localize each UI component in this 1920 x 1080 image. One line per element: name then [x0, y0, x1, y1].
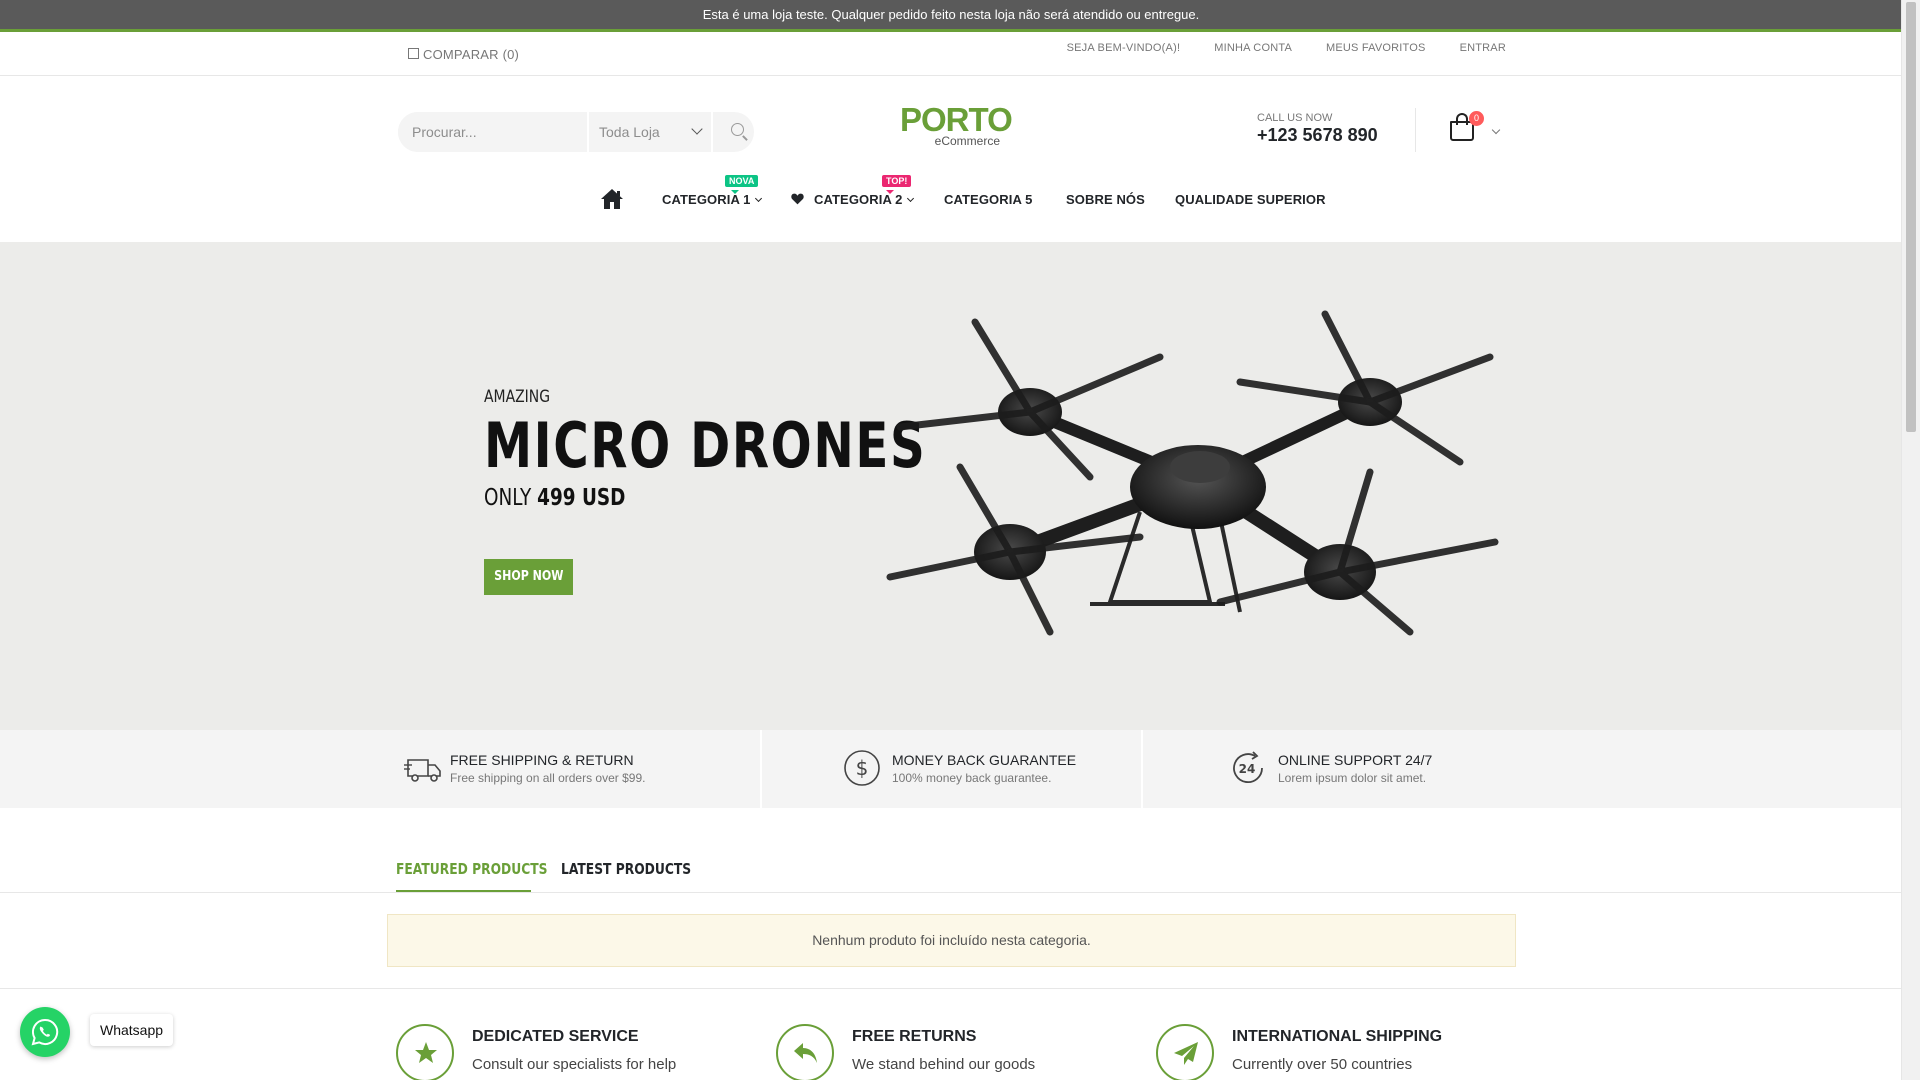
search-input[interactable] — [398, 112, 587, 152]
page: Esta é uma loja teste. Qualquer pedido f… — [0, 0, 1902, 1080]
badge-pointer — [731, 190, 739, 194]
info-title: FREE SHIPPING & RETURN — [450, 752, 634, 768]
search-icon — [731, 123, 744, 136]
site-logo[interactable]: PORTO eCommerce — [900, 101, 1013, 149]
whatsapp-label[interactable]: Whatsapp — [90, 1014, 174, 1046]
drone-image — [886, 310, 1499, 636]
info-divider — [760, 730, 762, 808]
active-tab-underline — [396, 890, 531, 892]
shop-now-label: SHOP NOW — [493, 569, 564, 584]
main-nav: CATEGORIA 1 NOVA CATEGORIA 2 TOP! CATEGO… — [0, 175, 1902, 222]
search-button[interactable] — [713, 112, 754, 152]
phone-number[interactable]: +123 5678 890 — [1257, 125, 1378, 146]
chevron-down-icon — [691, 123, 703, 135]
nav-item-categoria-1[interactable]: CATEGORIA 1 — [662, 192, 762, 207]
info-title: ONLINE SUPPORT 24/7 — [1278, 752, 1433, 768]
info-title: MONEY BACK GUARANTEE — [892, 752, 1077, 768]
section-divider — [0, 988, 1902, 989]
cart-button[interactable]: 0 — [1450, 111, 1484, 143]
hero-price: ONLY 499 USD — [484, 485, 938, 511]
cart-dropdown-chevron-icon[interactable] — [1491, 125, 1501, 135]
service-icon-circle — [396, 1024, 454, 1080]
service-icon-circle — [776, 1024, 834, 1080]
service-subtitle: Consult our specialists for help — [472, 1056, 677, 1073]
compare-icon — [408, 48, 419, 59]
chevron-down-icon — [906, 194, 914, 203]
welcome-text: SEJA BEM-VINDO(A)! — [1066, 42, 1181, 54]
compare-label: COMPARAR (0) — [423, 47, 520, 62]
product-tabs: FEATURED PRODUCTS LATEST PRODUCTS — [0, 858, 1902, 893]
service-title: FREE RETURNS — [852, 1028, 977, 1045]
reply-icon — [794, 1043, 817, 1063]
hero-price-value: 499 USD — [537, 485, 626, 511]
nav-item-categoria-2[interactable]: CATEGORIA 2 — [814, 192, 914, 207]
info-subtitle: 100% money back guarantee. — [892, 771, 1052, 785]
shop-now-button[interactable]: SHOP NOW — [484, 559, 573, 595]
login-link[interactable]: ENTRAR — [1460, 42, 1506, 54]
svg-text:$: $ — [856, 756, 869, 780]
hero-price-prefix: ONLY — [484, 485, 532, 511]
nav-badge-new: NOVA — [725, 175, 759, 187]
page-scrollbar[interactable] — [1901, 0, 1920, 1080]
support-24-icon: 24 — [1233, 751, 1263, 784]
my-wishlist-link[interactable]: MEUS FAVORITOS — [1326, 42, 1426, 54]
truck-icon — [404, 759, 441, 782]
info-subtitle: Free shipping on all orders over $99. — [450, 771, 646, 785]
search-category-select[interactable]: Toda Loja — [587, 112, 713, 152]
call-label: CALL US NOW — [1257, 112, 1333, 124]
empty-category-notice: Nenhum produto foi incluído nesta catego… — [387, 914, 1516, 967]
scrollbar-thumb[interactable] — [1906, 2, 1916, 432]
nav-item-categoria-5[interactable]: CATEGORIA 5 — [944, 192, 1033, 207]
tab-latest-products[interactable]: LATEST PRODUCTS — [561, 860, 691, 878]
nav-item-label: CATEGORIA 1 — [662, 192, 751, 207]
hero-banner: AMAZING MICRO DRONES ONLY 499 USD SHOP N… — [0, 242, 1902, 730]
service-subtitle: Currently over 50 countries — [1232, 1056, 1413, 1073]
chevron-down-icon — [754, 194, 762, 203]
paper-plane-icon — [1174, 1042, 1198, 1065]
service-subtitle: We stand behind our goods — [852, 1056, 1036, 1073]
dollar-icon: $ — [844, 750, 880, 786]
service-icon-circle — [1156, 1024, 1214, 1080]
top-links: SEJA BEM-VINDO(A)! MINHA CONTA MEUS FAVO… — [1033, 42, 1506, 54]
home-icon[interactable] — [600, 188, 624, 210]
logo-wordmark: PORTO — [900, 101, 1013, 138]
top-bar: COMPARAR (0) SEJA BEM-VINDO(A)! MINHA CO… — [0, 32, 1902, 76]
contact-block: CALL US NOW +123 5678 890 — [1257, 112, 1378, 146]
nav-item-sobre-nos[interactable]: SOBRE NÓS — [1066, 192, 1145, 207]
hero-title: MICRO DRONES — [484, 409, 927, 482]
star-icon — [415, 1042, 437, 1063]
service-title: DEDICATED SERVICE — [472, 1028, 639, 1045]
cart-count-badge: 0 — [1469, 111, 1484, 126]
badge-pointer — [886, 190, 894, 194]
service-title: INTERNATIONAL SHIPPING — [1232, 1028, 1443, 1045]
info-subtitle: Lorem ipsum dolor sit amet. — [1278, 771, 1427, 785]
my-account-link[interactable]: MINHA CONTA — [1214, 42, 1292, 54]
info-strip: FREE SHIPPING & RETURN Free shipping on … — [0, 730, 1902, 808]
demo-store-notice: Esta é uma loja teste. Qualquer pedido f… — [0, 0, 1902, 32]
svg-text:24: 24 — [1239, 762, 1256, 776]
whatsapp-button[interactable] — [20, 1007, 70, 1057]
tab-featured-products[interactable]: FEATURED PRODUCTS — [396, 860, 548, 878]
shopping-bag-icon — [1450, 121, 1474, 141]
whatsapp-icon — [31, 1018, 59, 1046]
nav-item-label: CATEGORIA 2 — [814, 192, 903, 207]
compare-link[interactable]: COMPARAR (0) — [408, 47, 519, 62]
search-form: Toda Loja — [398, 112, 754, 152]
heart-icon — [791, 193, 804, 205]
header-divider — [1415, 108, 1416, 152]
info-divider — [1141, 730, 1143, 808]
nav-item-qualidade-superior[interactable]: QUALIDADE SUPERIOR — [1175, 192, 1326, 207]
nav-badge-hot: TOP! — [882, 175, 912, 187]
search-category-value: Toda Loja — [599, 124, 660, 140]
